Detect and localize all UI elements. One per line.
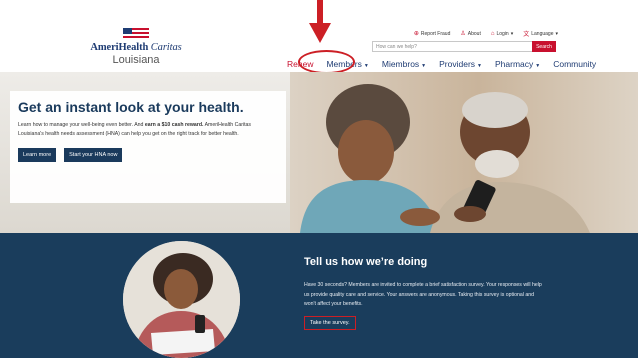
caret-down-icon: ▾ xyxy=(510,30,514,37)
survey-title: Tell us how we’re doing xyxy=(304,256,428,268)
logo-name: AmeriHealth Caritas xyxy=(90,42,182,53)
search-input[interactable]: How can we help? xyxy=(372,41,532,52)
about-link[interactable]: ♙ About xyxy=(460,30,480,38)
survey-text: Have 30 seconds? Members are invited to … xyxy=(304,282,542,307)
translate-icon: 文 xyxy=(523,32,530,38)
hero-buttons: Learn more Start your HNA now xyxy=(18,148,278,162)
nav-community[interactable]: Community xyxy=(553,59,596,69)
logo[interactable]: AmeriHealth Caritas Louisiana xyxy=(88,28,184,66)
report-fraud-link[interactable]: ⊕ Report Fraud xyxy=(413,30,451,38)
hero-banner: Get an instant look at your health. Lear… xyxy=(0,72,638,233)
survey-photo xyxy=(123,241,240,358)
hero-text: Learn how to manage your well-being even… xyxy=(18,122,252,137)
start-hna-button[interactable]: Start your HNA now xyxy=(64,148,123,162)
language-link[interactable]: 文 Language ▾ xyxy=(523,29,558,39)
annotation-arrow-shaft xyxy=(317,0,323,24)
flag-icon xyxy=(123,28,149,38)
search-button[interactable]: Search xyxy=(532,41,556,52)
utility-nav: ⊕ Report Fraud ♙ About ⌂ Login ▾ 文 Language ▾ xyxy=(413,29,558,39)
learn-more-button[interactable]: Learn more xyxy=(18,148,57,162)
annotation-circle xyxy=(298,50,355,74)
caret-down-icon: ▾ xyxy=(555,30,558,37)
lock-icon: ⌂ xyxy=(490,30,495,37)
login-link[interactable]: ⌂ Login ▾ xyxy=(491,31,513,37)
hero-title: Get an instant look at your health. xyxy=(18,99,244,115)
take-survey-button[interactable]: Take the survey. xyxy=(304,316,356,330)
hero-card: Get an instant look at your health. Lear… xyxy=(10,91,286,203)
annotation-arrow-head xyxy=(309,23,331,43)
nav-pharmacy[interactable]: Pharmacy ▼ xyxy=(495,59,540,69)
person-icon: ♙ xyxy=(460,31,466,37)
caret-down-icon: ▼ xyxy=(363,63,369,69)
caret-down-icon: ▼ xyxy=(477,63,482,69)
survey-photo-art xyxy=(123,241,240,358)
caret-down-icon: ▼ xyxy=(535,63,541,69)
logo-state: Louisiana xyxy=(112,54,160,66)
nav-providers[interactable]: Providers ▼ xyxy=(439,59,482,69)
caret-down-icon: ▼ xyxy=(421,63,427,69)
nav-miembros[interactable]: Miembros ▼ xyxy=(382,59,426,69)
fraud-icon: ⊕ xyxy=(413,31,419,37)
